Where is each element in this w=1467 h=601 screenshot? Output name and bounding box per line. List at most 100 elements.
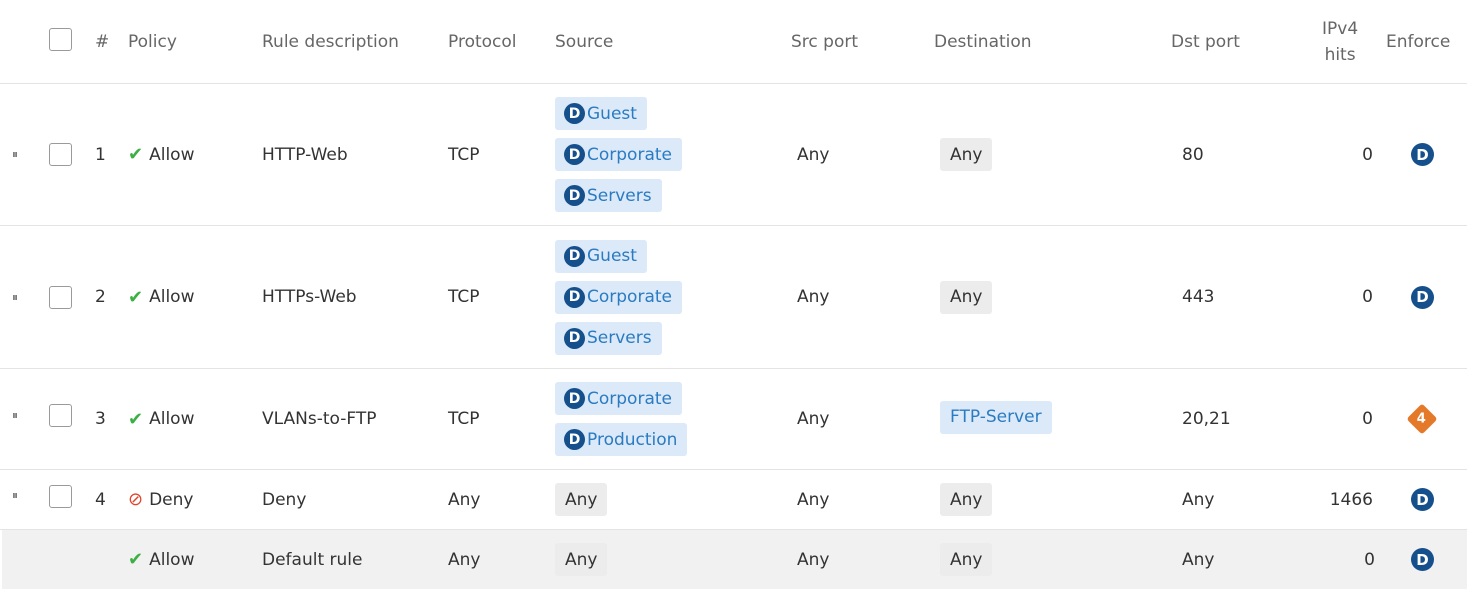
row-checkbox[interactable] bbox=[49, 467, 72, 526]
rule-destination: Any bbox=[940, 530, 993, 589]
table-row: ⏸ 3 ✔ Allow VLANs-to-FTP TCP D Corporate … bbox=[0, 369, 1467, 470]
col-protocol[interactable]: Protocol bbox=[448, 0, 517, 83]
group-badge-icon: D bbox=[564, 429, 585, 450]
source-group-label: Servers bbox=[587, 185, 652, 206]
rule-dst-port: Any bbox=[1182, 489, 1215, 510]
warning-badge-count: 4 bbox=[1417, 411, 1427, 427]
rule-enforce[interactable]: D bbox=[1411, 470, 1434, 529]
col-destination[interactable]: Destination bbox=[934, 0, 1032, 83]
source-group-label: Corporate bbox=[587, 144, 672, 165]
select-all-checkbox[interactable] bbox=[49, 0, 72, 81]
source-group-tag[interactable]: D Corporate bbox=[555, 382, 682, 415]
col-ipv4-hits-line2: hits bbox=[1324, 44, 1356, 65]
enforce-badge-icon: D bbox=[1411, 548, 1434, 571]
rule-destination: Any bbox=[940, 470, 993, 529]
rule-src-port: Any bbox=[797, 489, 830, 510]
source-group-label: Servers bbox=[587, 328, 652, 348]
col-ipv4-hits[interactable]: IPv4 hits bbox=[1322, 0, 1358, 83]
col-num: # bbox=[95, 31, 110, 52]
rule-policy: ✔ Allow bbox=[128, 226, 194, 368]
destination-tag: Any bbox=[940, 543, 993, 576]
rule-protocol: Any bbox=[448, 549, 481, 570]
col-src-port[interactable]: Src port bbox=[791, 0, 858, 83]
rule-hits: 0 bbox=[1364, 549, 1375, 570]
rule-dst-port: 443 bbox=[1182, 287, 1215, 307]
rule-hits: 0 bbox=[1362, 287, 1373, 307]
default-rule-row: ✔ Allow Default rule Any Any Any Any Any… bbox=[2, 530, 1467, 589]
rule-sources: D Corporate D Production bbox=[555, 369, 688, 469]
allow-check-icon: ✔ bbox=[128, 144, 144, 165]
source-group-label: Guest bbox=[587, 103, 637, 124]
rule-src-port: Any bbox=[797, 144, 830, 165]
allow-check-icon: ✔ bbox=[128, 549, 144, 570]
allow-check-icon: ✔ bbox=[128, 408, 144, 430]
rule-destination: Any bbox=[940, 226, 993, 368]
rule-number: 1 bbox=[95, 144, 106, 165]
rule-policy: ✔ Allow bbox=[128, 369, 194, 469]
source-group-tag[interactable]: D Corporate bbox=[555, 138, 682, 171]
col-source[interactable]: Source bbox=[555, 0, 613, 83]
rule-hits: 0 bbox=[1362, 144, 1373, 165]
rule-sources: Any bbox=[555, 530, 608, 589]
rule-enforce[interactable]: D bbox=[1411, 226, 1434, 368]
row-checkbox[interactable] bbox=[49, 226, 72, 368]
source-group-tag[interactable]: D Guest bbox=[555, 239, 647, 273]
source-tag: Any bbox=[555, 483, 608, 516]
rule-dst-port: 20,21 bbox=[1182, 409, 1231, 429]
col-enforce[interactable]: Enforce bbox=[1386, 0, 1450, 83]
col-policy[interactable]: Policy bbox=[128, 0, 177, 83]
rule-number: 3 bbox=[95, 409, 106, 429]
rule-src-port: Any bbox=[797, 287, 830, 307]
source-group-tag[interactable]: D Production bbox=[555, 423, 688, 456]
group-badge-icon: D bbox=[564, 185, 585, 206]
deny-icon: ⊘ bbox=[128, 489, 144, 510]
rule-description: HTTPs-Web bbox=[262, 287, 357, 307]
source-group-tag[interactable]: D Servers bbox=[555, 179, 662, 212]
row-checkbox[interactable] bbox=[49, 84, 72, 225]
col-ipv4-hits-line1: IPv4 bbox=[1322, 18, 1359, 39]
policy-label: Allow bbox=[149, 287, 195, 307]
rule-src-port: Any bbox=[797, 549, 830, 570]
source-group-tag[interactable]: D Corporate bbox=[555, 280, 682, 314]
rule-description: Deny bbox=[262, 489, 307, 510]
rule-policy: ⊘ Deny bbox=[128, 470, 193, 529]
group-badge-icon: D bbox=[564, 327, 585, 349]
row-checkbox[interactable] bbox=[49, 365, 72, 465]
rule-dst-port: 80 bbox=[1182, 144, 1204, 165]
policy-label: Allow bbox=[149, 144, 195, 165]
rule-enforce[interactable]: D bbox=[1411, 84, 1434, 225]
rule-enforce[interactable]: D bbox=[1411, 530, 1434, 589]
col-dst-port[interactable]: Dst port bbox=[1171, 0, 1240, 83]
drag-handle-icon[interactable]: ⏸ bbox=[12, 226, 18, 368]
destination-group-tag[interactable]: FTP-Server bbox=[940, 400, 1052, 434]
rule-dst-port: Any bbox=[1182, 549, 1215, 570]
drag-handle-icon[interactable]: ⏸ bbox=[12, 466, 18, 525]
source-group-tag[interactable]: D Servers bbox=[555, 321, 662, 355]
source-group-label: Corporate bbox=[587, 388, 672, 409]
group-badge-icon: D bbox=[564, 388, 585, 409]
destination-tag: Any bbox=[940, 138, 993, 171]
table-row: ⏸ 4 ⊘ Deny Deny Any Any Any Any Any 1466… bbox=[0, 470, 1467, 530]
policy-label: Allow bbox=[149, 409, 195, 429]
rule-description: HTTP-Web bbox=[262, 144, 348, 165]
rule-enforce[interactable]: 4 bbox=[1406, 369, 1438, 469]
drag-handle-icon[interactable]: ⏸ bbox=[12, 84, 18, 225]
rule-protocol: TCP bbox=[448, 409, 480, 429]
group-badge-icon: D bbox=[564, 286, 585, 308]
source-group-tag[interactable]: D Guest bbox=[555, 97, 647, 130]
warning-badge-icon[interactable]: 4 bbox=[1406, 403, 1438, 435]
table-row: ⏸ 2 ✔ Allow HTTPs-Web TCP D Guest D Corpor… bbox=[0, 226, 1467, 369]
rule-description: Default rule bbox=[262, 549, 363, 570]
policy-label: Allow bbox=[149, 549, 195, 570]
rule-src-port: Any bbox=[797, 409, 830, 429]
rule-policy: ✔ Allow bbox=[128, 84, 194, 225]
rule-number: 2 bbox=[95, 287, 106, 307]
destination-tag: Any bbox=[940, 280, 993, 314]
drag-handle-icon[interactable]: ⏸ bbox=[12, 365, 18, 465]
rule-sources: D Guest D Corporate D Servers bbox=[555, 226, 682, 368]
col-description[interactable]: Rule description bbox=[262, 0, 399, 83]
rule-protocol: Any bbox=[448, 489, 481, 510]
source-group-label: Corporate bbox=[587, 287, 672, 307]
rule-sources: Any bbox=[555, 470, 608, 529]
source-group-label: Production bbox=[587, 429, 678, 450]
